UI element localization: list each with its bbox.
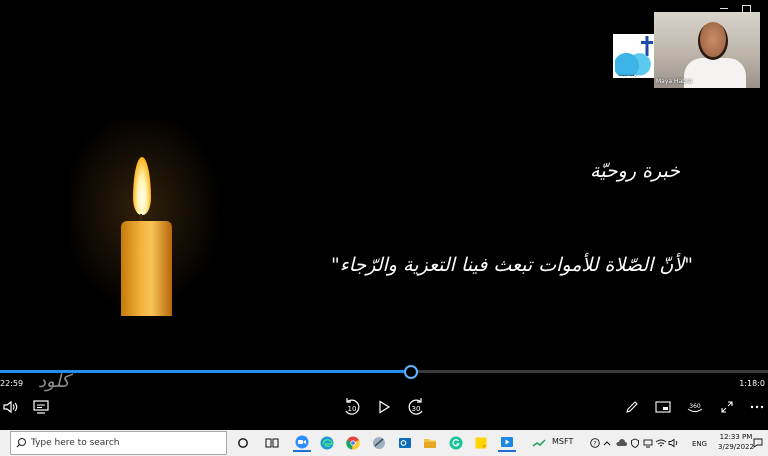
- svg-text:?: ?: [593, 441, 596, 448]
- fullscreen-button[interactable]: [716, 396, 738, 418]
- rewind-icon: 10: [345, 398, 360, 415]
- participant-head: [698, 22, 728, 60]
- search-icon: [16, 438, 26, 448]
- expand-icon: [721, 401, 733, 413]
- volume-icon: [3, 400, 18, 414]
- 360-view-button[interactable]: 360: [684, 396, 706, 418]
- participant-name: Maya Habre: [656, 78, 693, 85]
- skip-back-button[interactable]: 10: [341, 396, 363, 418]
- notifications-icon[interactable]: [749, 434, 767, 452]
- play-button[interactable]: [373, 396, 395, 418]
- seek-thumb[interactable]: [403, 365, 418, 379]
- mail-app-icon[interactable]: [370, 434, 388, 452]
- skip-back-label: 10: [348, 405, 357, 413]
- mini-view-icon: [655, 401, 671, 413]
- edge-icon[interactable]: [318, 434, 336, 452]
- minimize-icon[interactable]: [720, 8, 728, 9]
- more-icon: [750, 405, 764, 409]
- zoom-icon[interactable]: [293, 434, 311, 452]
- mini-view-button[interactable]: [652, 396, 674, 418]
- grammarly-icon[interactable]: [447, 434, 465, 452]
- video-title-text: خبرة روحيّة: [590, 160, 680, 182]
- file-explorer-icon[interactable]: [421, 434, 439, 452]
- stock-ticker[interactable]: MSFT: [552, 437, 573, 446]
- parish-logo-thumbnail: رعية سيدة: [613, 34, 655, 78]
- panorama-icon: 360: [687, 403, 703, 412]
- language-indicator[interactable]: ENG: [692, 440, 707, 448]
- captions-button[interactable]: [30, 396, 52, 418]
- video-quote-text: "لأنّ الصّلاة للأموات تبعث فينا التعزية …: [331, 254, 693, 276]
- logo-caption: رعية سيدة: [619, 72, 637, 77]
- candle: [121, 221, 172, 316]
- skip-forward-label: 30: [412, 405, 421, 413]
- windows-taskbar: MSFT ? ENG 12:33 PM 3/29/2022: [0, 430, 768, 456]
- svg-text:360: 360: [689, 403, 701, 410]
- task-view-icon[interactable]: [263, 434, 281, 452]
- captions-icon: [33, 400, 49, 414]
- outlook-icon[interactable]: [396, 434, 414, 452]
- chrome-icon[interactable]: [344, 434, 362, 452]
- fast-forward-icon: 30: [408, 398, 423, 415]
- play-icon: [379, 400, 391, 414]
- restore-icon[interactable]: [742, 5, 751, 13]
- volume-tray-icon[interactable]: [665, 434, 683, 452]
- time-total: 1:18:0: [739, 379, 765, 388]
- search-input[interactable]: [31, 438, 211, 448]
- more-options-button[interactable]: [746, 396, 768, 418]
- participant-video-tile[interactable]: Maya Habre: [654, 12, 760, 88]
- stock-trend-icon: [532, 439, 546, 447]
- pencil-icon: [626, 401, 638, 413]
- volume-button[interactable]: [0, 396, 22, 418]
- participant-body: [684, 58, 746, 88]
- watermark-text: كلود: [38, 371, 70, 392]
- cortana-icon[interactable]: [234, 434, 252, 452]
- sticky-notes-icon[interactable]: [472, 434, 490, 452]
- taskbar-search-box[interactable]: [10, 431, 227, 455]
- start-button[interactable]: [0, 430, 10, 456]
- seek-bar[interactable]: [0, 370, 768, 373]
- video-player-icon[interactable]: [498, 434, 516, 452]
- edit-button[interactable]: [621, 396, 643, 418]
- skip-forward-button[interactable]: 30: [405, 396, 427, 418]
- time-elapsed: 22:59: [0, 379, 24, 388]
